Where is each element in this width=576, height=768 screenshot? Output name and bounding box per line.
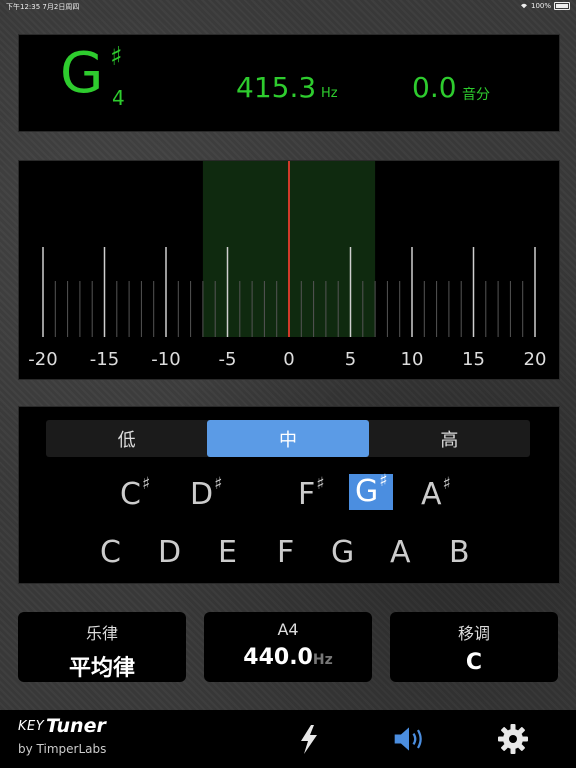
wifi-icon [520,3,527,9]
key-d[interactable]: D [158,538,181,568]
reference-pitch-label: A4 [277,620,299,639]
brand-byline: by TimperLabs [18,742,107,756]
cents-unit: 音分 [462,87,490,103]
key-b[interactable]: B [449,538,470,568]
status-right: 100% [520,2,570,10]
battery-percent: 100% [530,2,551,10]
tuning-meter-graphic: -20 -15 -10 -5 0 5 10 15 20 [28,161,547,370]
detected-note: G [60,41,104,106]
key-f[interactable]: F [277,538,294,568]
reference-pitch-button[interactable]: A4 440.0Hz [204,612,372,682]
status-time: 下午12:35 7月2日周四 [6,3,80,11]
key-a[interactable]: A [390,538,411,568]
transpose-label: 移调 [457,624,490,643]
battery-icon [554,2,570,10]
status-bar: 下午12:35 7月2日周四 100% [0,0,576,14]
speaker-icon[interactable] [392,722,426,756]
temperament-button[interactable]: 乐律 平均律 [18,612,186,682]
key-c-sharp[interactable]: C♯ [120,476,150,510]
tuning-meter: -20 -15 -10 -5 0 5 10 15 20 [18,160,560,380]
transpose-value: C [465,650,483,675]
meter-tick-label: -5 [219,349,237,370]
meter-tick-label: -10 [151,349,180,370]
frequency-unit: Hz [321,86,338,101]
octave-high-button[interactable]: 高 [369,420,530,457]
key-a-sharp[interactable]: A♯ [421,476,451,510]
key-e[interactable]: E [218,538,237,568]
brand-key: KEY [18,719,45,734]
brand-tuner: Tuner [46,715,106,737]
meter-tick-label: 10 [401,349,424,370]
octave-mid-button[interactable]: 中 [207,420,369,457]
key-c[interactable]: C [100,538,121,568]
frequency-readout: 415.3 [236,71,317,104]
key-g[interactable]: G [331,538,354,568]
detected-note-accidental: ♯ [110,42,123,72]
reference-pitch-value: 440.0Hz [243,645,333,670]
cents-readout: 0.0 [412,71,457,104]
key-d-sharp[interactable]: D♯ [190,476,222,510]
temperament-label: 乐律 [85,624,118,643]
lightning-icon[interactable] [292,722,326,756]
meter-tick-label: 20 [524,349,547,370]
key-g-sharp[interactable]: G♯ [349,473,394,510]
octave-low-button[interactable]: 低 [46,420,207,457]
meter-tick-label: 15 [462,349,485,370]
key-f-sharp[interactable]: F♯ [298,476,325,510]
gear-icon[interactable] [496,722,530,756]
meter-tick-label: 5 [345,349,356,370]
octave-selector: 低 中 高 [46,420,530,457]
detected-note-octave: 4 [112,86,125,110]
temperament-value: 平均律 [68,656,135,681]
meter-tick-label: -20 [28,349,57,370]
meter-tick-label: -15 [90,349,119,370]
meter-tick-label: 0 [283,349,294,370]
transpose-button[interactable]: 移调 C [390,612,558,682]
